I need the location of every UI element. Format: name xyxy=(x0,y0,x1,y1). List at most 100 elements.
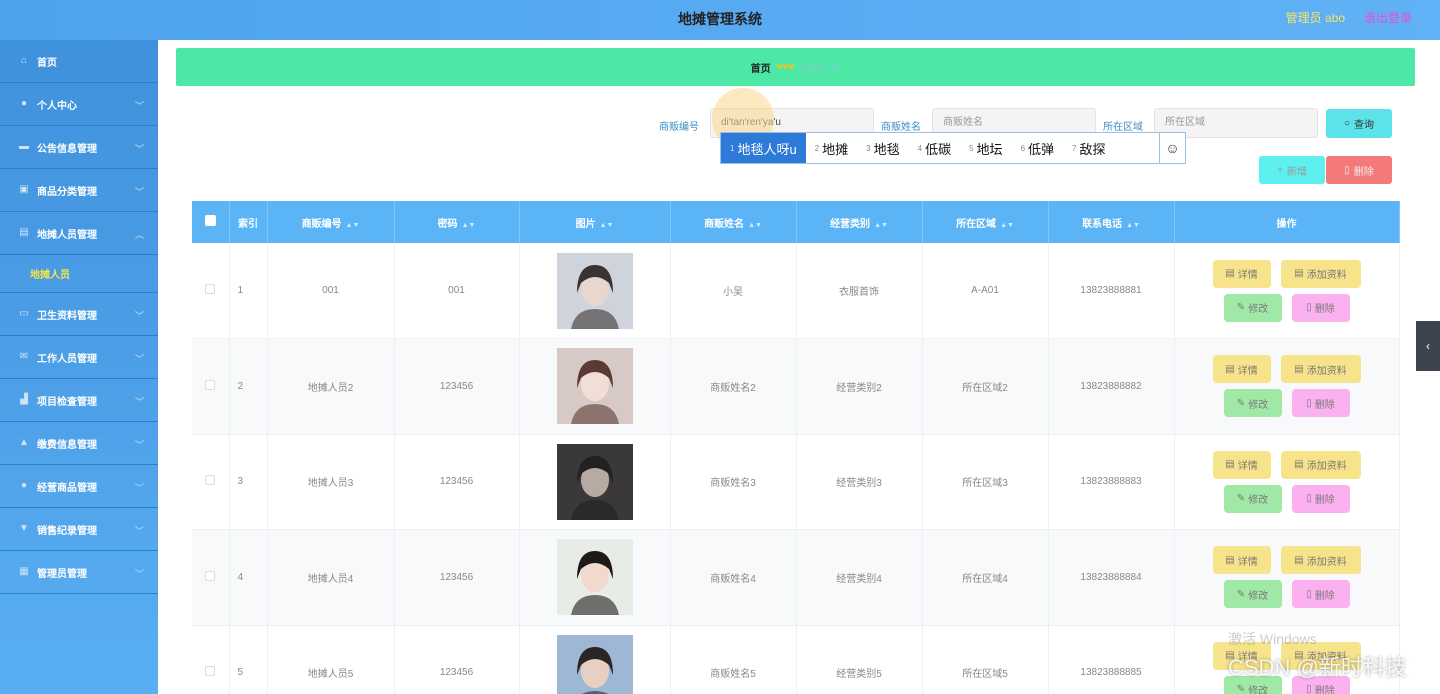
edit-icon: ✎ xyxy=(1236,493,1246,505)
vendor-photo xyxy=(556,348,633,425)
sidebar-item-inspection[interactable]: ▟ 项目检查管理 ﹀ xyxy=(0,379,158,422)
sort-icon: ▲▼ xyxy=(599,221,614,229)
chevron-down-icon: ﹀ xyxy=(134,440,144,450)
vendor-table: 索引 商贩编号 ▲▼ 密码 ▲▼ 图片 ▲▼ 商贩姓名 ▲▼ 经营类别 ▲▼ 所在区域 ▲▼… xyxy=(192,201,1400,694)
area-label: 所在区域 xyxy=(1103,122,1143,133)
sidebar-item-sales[interactable]: ▼ 销售纪录管理 ﹀ xyxy=(0,508,158,551)
sidebar-item-staff[interactable]: ✉ 工作人员管理 ﹀ xyxy=(0,336,158,379)
chevron-down-icon: ﹀ xyxy=(134,483,144,493)
row-checkbox[interactable] xyxy=(192,529,230,626)
cell-index: 5 xyxy=(229,625,268,694)
detail-button[interactable]: ▤ 详情 xyxy=(1212,355,1271,384)
ime-candidate[interactable]: 1 地毯人呀u xyxy=(721,133,806,163)
app-title: 地摊管理系统 xyxy=(678,11,762,27)
cell-phone: 13823888881 xyxy=(1048,243,1175,339)
vendor-photo xyxy=(556,252,633,329)
sidebar-item-payment[interactable]: ▲ 缴费信息管理 ﹀ xyxy=(0,422,158,465)
cell-password: 001 xyxy=(394,243,520,339)
batch-delete-label: 删除 xyxy=(1353,166,1374,178)
table-row: 4 地摊人员4 123456 商贩姓名4 经营类别4 所在区域4 1382388… xyxy=(192,529,1400,626)
sort-icon: ▲▼ xyxy=(461,221,476,229)
row-checkbox[interactable] xyxy=(192,338,230,435)
row-checkbox[interactable] xyxy=(192,625,230,694)
edit-button[interactable]: ✎ 修改 xyxy=(1223,580,1282,609)
sidebar-subitem-vendor[interactable]: 地摊人员 xyxy=(0,255,158,293)
cell-photo xyxy=(519,625,671,694)
sidebar-item-vendors[interactable]: ▤ 地摊人员管理 ︿ xyxy=(0,212,158,255)
table-row: 2 地摊人员2 123456 商贩姓名2 经营类别2 所在区域2 1382388… xyxy=(192,338,1400,435)
logout-link[interactable]: 退出登录 xyxy=(1364,0,1412,36)
add-info-button[interactable]: ▤ 添加资料 xyxy=(1280,450,1361,479)
sidebar-item-label: 管理员管理 xyxy=(37,568,87,580)
detail-button[interactable]: ▤ 详情 xyxy=(1212,259,1271,288)
edit-icon: ✎ xyxy=(1236,588,1246,600)
vendor-photo xyxy=(556,634,633,694)
col-header-area[interactable]: 所在区域 ▲▼ xyxy=(922,201,1049,243)
cell-password: 123456 xyxy=(394,529,520,626)
col-header-name[interactable]: 商贩姓名 ▲▼ xyxy=(670,201,797,243)
ime-candidate[interactable]: 2 地摊 xyxy=(806,133,857,163)
document-icon: ▤ xyxy=(1225,459,1235,471)
ime-candidate[interactable]: 6 低弹 xyxy=(1012,133,1063,163)
edit-button[interactable]: ✎ 修改 xyxy=(1223,484,1282,513)
add-info-button[interactable]: ▤ 添加资料 xyxy=(1280,546,1361,575)
sidebar-item-profile[interactable]: ● 个人中心 ﹀ xyxy=(0,83,158,126)
sidebar-item-label: 项目检查管理 xyxy=(37,396,97,408)
vendor-photo xyxy=(556,539,633,616)
add-info-button[interactable]: ▤ 添加资料 xyxy=(1280,259,1361,288)
breadcrumb-home[interactable]: 首页 xyxy=(751,60,771,75)
add-button[interactable]: + 新增 xyxy=(1259,156,1325,184)
edit-icon: ✎ xyxy=(1236,302,1246,313)
row-checkbox[interactable] xyxy=(192,434,230,530)
cell-name: 小吴 xyxy=(670,243,797,339)
ime-candidate[interactable]: 7 敌探 xyxy=(1063,133,1114,163)
document-icon: ▤ xyxy=(1294,459,1304,471)
cell-name: 商贩姓名2 xyxy=(670,338,797,435)
detail-button[interactable]: ▤ 详情 xyxy=(1212,450,1271,479)
sidebar-item-category[interactable]: ▣ 商品分类管理 ﹀ xyxy=(0,169,158,212)
col-header-photo[interactable]: 图片 ▲▼ xyxy=(519,201,671,243)
row-checkbox[interactable] xyxy=(192,243,230,339)
emoji-icon[interactable]: ☺ xyxy=(1159,133,1185,163)
add-button-label: 新增 xyxy=(1286,166,1307,178)
cell-area: 所在区域3 xyxy=(922,434,1049,530)
query-button[interactable]: ○ 查询 xyxy=(1326,109,1392,138)
sidebar-item-goods[interactable]: ● 经营商品管理 ﹀ xyxy=(0,465,158,508)
sidebar-item-label: 地摊人员管理 xyxy=(37,229,97,241)
ime-candidate[interactable]: 4 低碳 xyxy=(909,133,960,163)
query-button-label: 查询 xyxy=(1354,120,1375,131)
sidebar-item-notice[interactable]: ▬ 公告信息管理 ﹀ xyxy=(0,126,158,169)
cell-code: 地摊人员5 xyxy=(267,625,395,694)
detail-button[interactable]: ▤ 详情 xyxy=(1212,546,1271,575)
select-all-checkbox[interactable] xyxy=(192,201,230,243)
chevron-down-icon: ﹀ xyxy=(134,397,144,407)
document-icon: ▤ xyxy=(1225,268,1235,279)
cell-photo xyxy=(519,243,671,339)
chevron-left-icon[interactable]: ‹ xyxy=(1416,321,1440,371)
delete-button[interactable]: ▯ 删除 xyxy=(1291,293,1350,322)
sidebar-item-hygiene[interactable]: ▭ 卫生资料管理 ﹀ xyxy=(0,293,158,336)
col-header-code[interactable]: 商贩编号 ▲▼ xyxy=(267,201,395,243)
ime-candidate[interactable]: 5 地坛 xyxy=(960,133,1011,163)
sidebar-item-admin[interactable]: ▦ 管理员管理 ﹀ xyxy=(0,551,158,594)
trash-icon: ▯ xyxy=(1306,684,1312,694)
person-icon: ▲ xyxy=(19,437,29,448)
chevron-down-icon: ﹀ xyxy=(134,101,144,111)
delete-button[interactable]: ▯ 删除 xyxy=(1291,484,1350,513)
edit-button[interactable]: ✎ 修改 xyxy=(1223,293,1282,322)
add-info-button[interactable]: ▤ 添加资料 xyxy=(1280,355,1361,384)
edit-button[interactable]: ✎ 修改 xyxy=(1223,389,1282,418)
delete-button[interactable]: ▯ 删除 xyxy=(1291,389,1350,418)
cell-password: 123456 xyxy=(394,625,520,694)
col-header-password[interactable]: 密码 ▲▼ xyxy=(394,201,520,243)
document-icon: ▤ xyxy=(19,227,29,238)
breadcrumb-current: 地摊人员 xyxy=(800,63,841,75)
cell-index: 1 xyxy=(229,243,268,339)
delete-button[interactable]: ▯ 删除 xyxy=(1291,580,1350,609)
sidebar-item-home[interactable]: ⌂ 首页 xyxy=(0,40,158,83)
cell-category: 衣服首饰 xyxy=(796,243,923,339)
batch-delete-button[interactable]: ▯ 删除 xyxy=(1326,156,1392,184)
ime-candidate[interactable]: 3 地毯 xyxy=(857,133,908,163)
col-header-category[interactable]: 经营类别 ▲▼ xyxy=(796,201,923,243)
col-header-phone[interactable]: 联系电话 ▲▼ xyxy=(1048,201,1175,243)
